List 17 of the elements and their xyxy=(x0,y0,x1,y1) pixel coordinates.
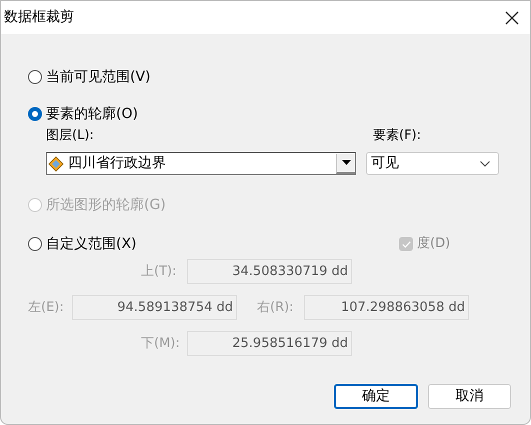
layer-dropdown[interactable]: 四川省行政边界 xyxy=(46,152,356,175)
cancel-button[interactable]: 取消 xyxy=(428,384,511,409)
feature-dropdown[interactable]: 可见 xyxy=(366,152,499,175)
polygon-layer-icon xyxy=(48,156,64,172)
radio-option[interactable]: 自定义范围(X) xyxy=(28,234,137,254)
field-label: 上(T): xyxy=(141,262,178,281)
field-label: 左(E): xyxy=(28,298,65,317)
field-label: 右(R): xyxy=(257,298,295,317)
chevron-down-icon xyxy=(480,160,490,166)
field-label: 下(M): xyxy=(141,334,181,353)
feature-label: 要素(F): xyxy=(373,127,422,146)
layer-label: 图层(L): xyxy=(46,127,95,146)
radio-option[interactable]: 要素的轮廓(O) xyxy=(28,104,138,124)
window-title: 数据框裁剪 xyxy=(4,8,74,27)
ok-button[interactable]: 确定 xyxy=(334,384,418,409)
check-icon xyxy=(402,240,410,248)
radio-option[interactable]: 当前可见范围(V) xyxy=(28,66,151,88)
